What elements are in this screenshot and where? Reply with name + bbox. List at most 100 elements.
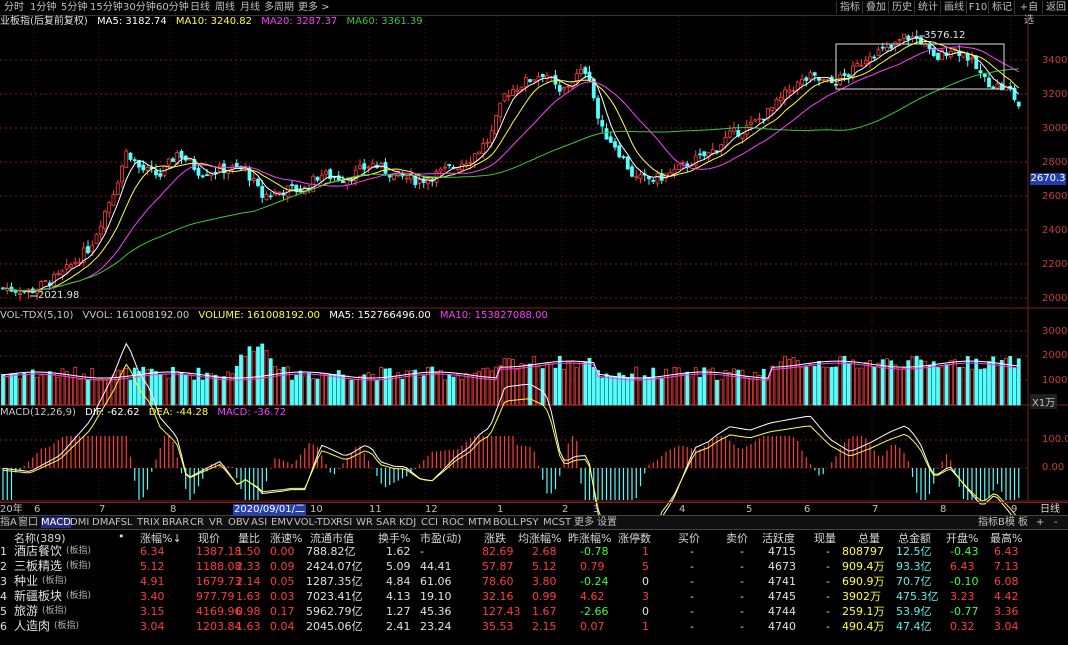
macd-value-label: MACD: -36.72 <box>217 407 287 418</box>
y-tick: 2400 <box>1042 225 1068 236</box>
candle-body <box>868 56 872 63</box>
zoom-in-button[interactable]: + <box>1036 517 1044 528</box>
candle-body <box>489 130 494 144</box>
volume-bar <box>940 366 945 406</box>
volume-bar <box>638 379 643 406</box>
tab-psy[interactable]: PSY <box>520 517 539 528</box>
vol-ma5-label: MA5: 152766496.00 <box>329 310 431 321</box>
candle-body <box>880 46 885 49</box>
zoom-out-button[interactable]: - <box>1054 517 1058 528</box>
volume-bar <box>957 367 962 406</box>
candle-body <box>166 158 171 166</box>
table-row[interactable]: 3 种业 (板指) 4.91 1679.73 2.14 0.05 1287.35亿 4.84 61… <box>0 574 1068 589</box>
volume-bar <box>855 367 860 406</box>
candle-body <box>732 127 736 132</box>
tab-more-indicators[interactable]: 更多 <box>574 517 594 528</box>
tab-rsi[interactable]: RSI <box>336 517 352 528</box>
candle-body <box>94 233 99 244</box>
high-marker-label: 3576.12 <box>924 30 966 41</box>
candle-body <box>617 145 622 158</box>
template-button[interactable]: 模 <box>1005 517 1015 528</box>
date-label: 11 <box>369 504 382 515</box>
cell-ask: - <box>740 620 744 633</box>
y-tick: 0.00 <box>1042 462 1065 473</box>
candle-body <box>64 264 69 270</box>
tab-mcst[interactable]: MCST <box>543 517 571 528</box>
table-row[interactable]: 2 三板精选 (板指) 5.12 1188.08 2.33 0.09 2424.07亿 5.09… <box>0 559 1068 574</box>
candle-body <box>655 173 660 184</box>
candle-body <box>808 72 813 80</box>
volume-bar <box>277 369 282 406</box>
indicator-b-button[interactable]: 指标B <box>978 517 1005 528</box>
date-label: 2 <box>562 504 569 515</box>
volume-bar <box>77 378 82 406</box>
tab-window[interactable]: 窗口 <box>18 517 38 528</box>
table-row[interactable]: 1 酒店餐饮 (板指) 6.34 1387.18 1.50 0.00 788.82亿 1.62-… <box>0 544 1068 559</box>
period-indicator[interactable]: 日线 <box>1040 504 1060 515</box>
volume-bar <box>370 373 375 406</box>
volume-bar <box>936 367 940 406</box>
table-row[interactable]: 5 旅游 (板指) 3.15 4169.96 0.98 0.17 5962.79亿 1.27 45… <box>0 604 1068 619</box>
board-button[interactable]: 板 <box>1018 517 1028 528</box>
cell-mcap: 2045.06亿 <box>306 620 363 633</box>
tab-kdj[interactable]: KDJ <box>399 517 416 528</box>
volume-bar <box>987 361 991 406</box>
date-label: 3 <box>593 504 600 515</box>
candle-body <box>256 178 260 187</box>
tab-fsl[interactable]: FSL <box>115 517 133 528</box>
cell-ask: - <box>740 575 744 588</box>
volume-bar <box>540 368 545 406</box>
volume-bar <box>634 366 639 406</box>
date-label: 6 <box>804 504 811 515</box>
table-row[interactable]: 6 人造肉 (板指) 3.04 1203.84 1.63 0.04 2045.06亿 2.41 2… <box>0 619 1068 634</box>
volume-bar <box>574 367 579 406</box>
tab-emv[interactable]: EMV <box>271 517 293 528</box>
candle-body <box>443 166 447 169</box>
kline-chart-area[interactable] <box>0 0 1068 515</box>
tab-macd[interactable]: MACD <box>41 517 71 528</box>
candle-body <box>698 153 702 156</box>
volume-bar <box>812 365 817 406</box>
volume-bar <box>655 376 660 406</box>
tab-indicator-a[interactable]: 指A <box>0 517 17 528</box>
tab-vol-tdx[interactable]: VOL-TDX <box>294 517 337 528</box>
cell-open: -0.10 <box>950 575 979 588</box>
tab-settings[interactable]: 设置 <box>597 517 617 528</box>
tab-dma[interactable]: DMA <box>92 517 115 528</box>
candle-body <box>506 95 511 97</box>
tab-cci[interactable]: CCI <box>421 517 438 528</box>
volume-bar <box>430 366 435 406</box>
tab-brar[interactable]: BRAR <box>162 517 189 528</box>
volume-bar <box>702 367 707 406</box>
tab-vr[interactable]: VR <box>209 517 223 528</box>
tab-obv[interactable]: OBV <box>228 517 249 528</box>
candle-body <box>608 136 613 143</box>
table-row[interactable]: 4 新疆板块 (板指) 3.40 977.79 1.63 0.03 7023.41亿 4.13 1… <box>0 589 1068 604</box>
volume-bar <box>698 376 702 406</box>
tab-mtm[interactable]: MTM <box>468 517 491 528</box>
tab-dmi[interactable]: DMI <box>70 517 89 528</box>
candle-body <box>319 174 324 182</box>
tab-cr[interactable]: CR <box>190 517 204 528</box>
cell-amt: 47.4亿 <box>896 620 932 633</box>
y-tick: 3000 <box>1042 123 1068 134</box>
tab-trix[interactable]: TRIX <box>137 517 160 528</box>
cell-mcap: 5962.79亿 <box>306 605 363 618</box>
tab-wr[interactable]: WR <box>356 517 373 528</box>
volume-bar <box>162 373 167 406</box>
tab-boll[interactable]: BOLL <box>493 517 519 528</box>
volume-bar <box>434 372 439 406</box>
candle-body <box>621 156 626 159</box>
tab-asi[interactable]: ASI <box>251 517 267 528</box>
cell-act: 4673 <box>768 560 796 573</box>
candle-body <box>855 63 860 67</box>
tab-roc[interactable]: ROC <box>442 517 464 528</box>
cell-vr: 2.14 <box>236 575 261 588</box>
candle-body <box>630 166 634 177</box>
cell-chg: 3.15 <box>140 605 165 618</box>
candle-body <box>783 89 787 100</box>
tab-sar[interactable]: SAR <box>376 517 396 528</box>
volume-bar <box>5 374 10 406</box>
cell-vol: 3902万 <box>842 590 881 603</box>
volume-bar <box>549 363 554 406</box>
